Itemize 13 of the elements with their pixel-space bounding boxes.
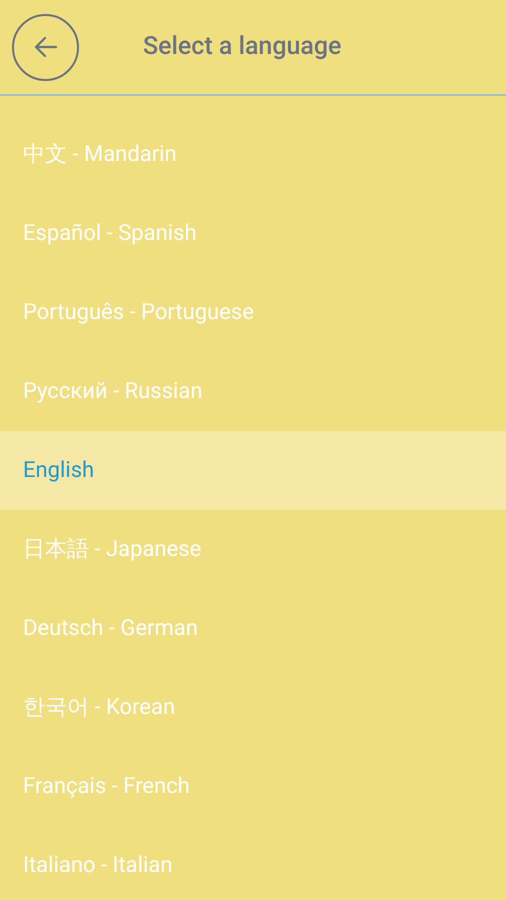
- language-option[interactable]: Русский - Russian: [0, 352, 506, 431]
- page-title: Select a language: [143, 31, 342, 64]
- language-option[interactable]: 한국어 - Korean: [0, 668, 506, 747]
- language-option[interactable]: Italiano - Italian: [0, 826, 506, 900]
- language-option[interactable]: Français - French: [0, 747, 506, 826]
- language-option[interactable]: Deutsch - German: [0, 589, 506, 668]
- language-option[interactable]: Português - Portuguese: [0, 273, 506, 352]
- language-option[interactable]: 日本語 - Japanese: [0, 510, 506, 589]
- language-option[interactable]: Español - Spanish: [0, 194, 506, 273]
- language-option[interactable]: English: [0, 431, 506, 510]
- back-button[interactable]: [12, 14, 79, 80]
- language-option[interactable]: 中文 - Mandarin: [0, 115, 506, 194]
- back-arrow-icon: [34, 36, 58, 58]
